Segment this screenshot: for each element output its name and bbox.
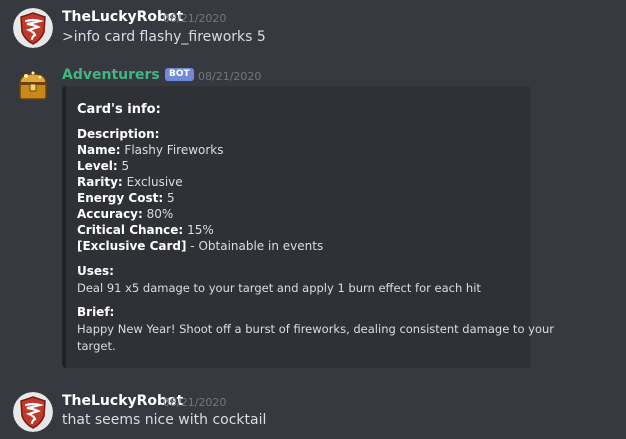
treasure-chest-icon bbox=[13, 67, 53, 107]
message-content: that seems nice with cocktail bbox=[62, 412, 267, 428]
timestamp: 08/21/2020 bbox=[163, 12, 227, 25]
field-critical-chance: Critical Chance: 15% bbox=[77, 223, 214, 237]
field-value: 5 bbox=[166, 191, 175, 205]
field-label: [Exclusive Card] bbox=[77, 239, 187, 253]
uses-label: Uses: bbox=[77, 264, 114, 278]
user-avatar[interactable] bbox=[13, 392, 53, 432]
field-value: 15% bbox=[187, 223, 214, 237]
field-rarity: Rarity: Exclusive bbox=[77, 175, 183, 189]
field-label: Level: bbox=[77, 159, 118, 173]
field-accuracy: Accuracy: 80% bbox=[77, 207, 173, 221]
bot-avatar[interactable] bbox=[13, 67, 53, 107]
field-exclusive-card: [Exclusive Card] - Obtainable in events bbox=[77, 239, 323, 253]
field-energy-cost: Energy Cost: 5 bbox=[77, 191, 175, 205]
uses-text: Deal 91 x5 damage to your target and app… bbox=[77, 281, 481, 295]
tornado-shield-icon bbox=[13, 392, 53, 432]
brief-text-line-1: Happy New Year! Shoot off a burst of fir… bbox=[77, 322, 554, 336]
tornado-shield-icon bbox=[13, 8, 53, 48]
timestamp: 08/21/2020 bbox=[163, 396, 227, 409]
bot-badge: BOT bbox=[165, 68, 194, 81]
user-avatar[interactable] bbox=[13, 8, 53, 48]
field-level: Level: 5 bbox=[77, 159, 129, 173]
field-value: Flashy Fireworks bbox=[124, 143, 224, 157]
field-label: Rarity: bbox=[77, 175, 123, 189]
field-value: 80% bbox=[146, 207, 174, 221]
field-label: Accuracy: bbox=[77, 207, 143, 221]
description-label: Description: bbox=[77, 127, 160, 141]
brief-label: Brief: bbox=[77, 305, 115, 319]
field-label: Critical Chance: bbox=[77, 223, 184, 237]
brief-text-line-2: target. bbox=[77, 339, 116, 353]
embed-title: Card's info: bbox=[77, 102, 161, 117]
field-value: - Obtainable in events bbox=[186, 239, 324, 253]
field-label: Energy Cost: bbox=[77, 191, 164, 205]
field-name: Name: Flashy Fireworks bbox=[77, 143, 224, 157]
embed-card: Card's info: Description: Name: Flashy F… bbox=[62, 86, 554, 368]
message-content: >info card flashy_fireworks 5 bbox=[62, 29, 266, 45]
timestamp: 08/21/2020 bbox=[198, 70, 262, 83]
field-value: 5 bbox=[121, 159, 130, 173]
field-label: Name: bbox=[77, 143, 121, 157]
field-value: Exclusive bbox=[126, 175, 183, 189]
